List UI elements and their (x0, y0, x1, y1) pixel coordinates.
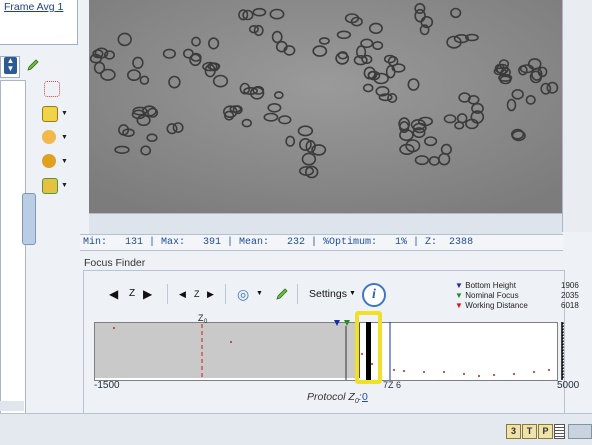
separator (167, 284, 168, 304)
focus-finder-toolbar: ◀ Z ▶ ◀ Z ▶ ◎ ▼ Settings ▼ (97, 280, 367, 308)
p-icon[interactable]: P (538, 424, 553, 439)
axis-min-label: -1500 (94, 380, 120, 391)
z-label: Z (129, 288, 136, 299)
blue-triangle-icon: ▼ (455, 281, 463, 290)
pencil-icon[interactable] (275, 287, 289, 301)
viewer-right-strip (562, 0, 592, 232)
viewer-bottom-strip (89, 213, 562, 234)
drop-icon[interactable] (42, 130, 56, 144)
small-step-right-icon[interactable]: ▶ (207, 280, 214, 308)
add-layer-icon[interactable] (42, 106, 58, 122)
focus-finder-title: Focus Finder (84, 257, 146, 269)
green-triangle-icon: ▼ (455, 291, 463, 300)
stats-bar: Min: 131 | Max: 391 | Mean: 232 | %Optim… (80, 234, 563, 251)
highlight-box (355, 311, 382, 384)
dropdown-arrow-icon[interactable]: ▼ (256, 280, 263, 308)
frame-avg-link[interactable]: Frame Avg 1 (4, 1, 63, 13)
shapes-icon[interactable] (42, 178, 58, 194)
protocol-z-label: Protocol Z0: (307, 391, 362, 406)
dropdown-arrow-icon[interactable]: ▼ (61, 158, 68, 165)
left-list[interactable] (0, 80, 26, 415)
dropdown-arrow-icon[interactable]: ▼ (61, 134, 68, 141)
separator (225, 284, 226, 304)
status-bar (0, 413, 592, 445)
legend-row-bottom-height: ▼ Bottom Height 1906 (455, 281, 579, 291)
legend-value: 2035 (561, 291, 579, 300)
scrollbar-thumb[interactable] (22, 193, 36, 245)
step-left-icon[interactable]: ◀ (109, 280, 118, 308)
z-label-small: Z (194, 289, 200, 299)
close-panel-icon[interactable] (568, 424, 592, 439)
calculator-icon[interactable] (554, 424, 565, 439)
axis-mid-label: 7Z 6 (383, 380, 402, 390)
legend-row-nominal-focus: ▼ Nominal Focus 2035 (455, 291, 579, 301)
info-button[interactable]: i (362, 283, 386, 307)
z0-subscript: 0 (204, 319, 208, 325)
target-icon[interactable]: ◎ (237, 280, 249, 308)
legend-label: Bottom Height (465, 281, 516, 290)
settings-button[interactable]: Settings (309, 280, 347, 308)
3d-icon[interactable]: 3 (506, 424, 521, 439)
gears-icon[interactable] (42, 154, 56, 168)
spinner-icon[interactable]: ▲ ▼ (4, 57, 17, 74)
t-icon[interactable]: T (522, 424, 537, 439)
microscope-image[interactable] (89, 0, 562, 213)
horizontal-scrollbar[interactable] (0, 401, 24, 411)
separator (297, 284, 298, 304)
step-right-icon[interactable]: ▶ (143, 280, 152, 308)
nominal-focus-marker (344, 320, 350, 326)
dropdown-arrow-icon[interactable]: ▼ (61, 110, 68, 117)
legend-value: 1906 (561, 281, 579, 290)
pencil-icon[interactable] (26, 58, 40, 72)
settings-dropdown-icon[interactable]: ▼ (349, 280, 356, 308)
legend-label: Nominal Focus (465, 291, 519, 300)
small-step-left-icon[interactable]: ◀ (179, 280, 186, 308)
focus-scan-points (113, 327, 550, 377)
axis-max-label: 5000 (557, 380, 580, 391)
protocol-z-value[interactable]: 0 (362, 391, 368, 403)
dropdown-arrow-icon[interactable]: ▼ (61, 182, 68, 189)
grid-icon[interactable] (44, 81, 60, 97)
bottom-height-marker (334, 320, 340, 326)
focus-legend: ▼ Bottom Height 1906 ▼ Nominal Focus 203… (455, 281, 579, 311)
focus-graph-overlay: Z 0 (113, 313, 564, 380)
